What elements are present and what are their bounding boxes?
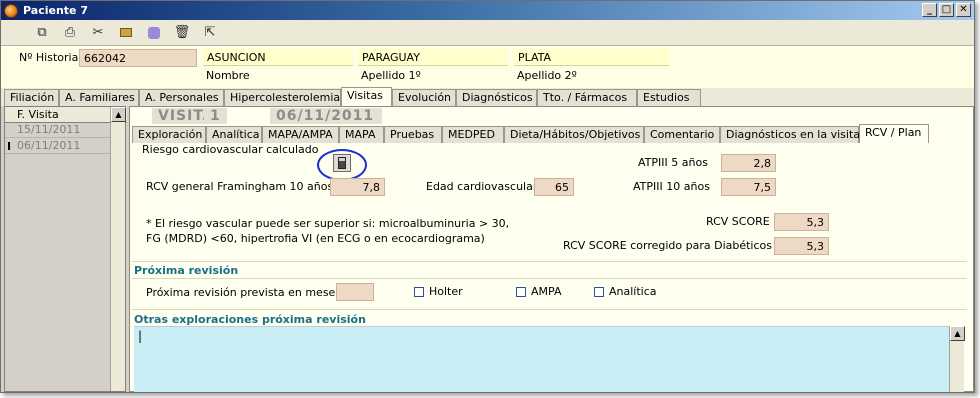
list-item[interactable]: 06/11/2011 <box>5 139 110 154</box>
title-bar[interactable]: Paciente 7 _ □ ✕ <box>1 1 974 20</box>
note-line-2: FG (MDRD) <60, hipertrofia VI (en ECG o … <box>146 232 485 245</box>
patient-window: Paciente 7 _ □ ✕ ⧉ ⎙ ✂ 🗑 ⇱ Nº Historia 6… <box>0 0 975 393</box>
visits-list-header: F. Visita <box>5 107 127 123</box>
tab-exploracion[interactable]: Exploración <box>132 126 206 143</box>
visits-scrollbar[interactable]: ▲ <box>110 107 126 391</box>
visita-number: 1 <box>204 108 227 124</box>
otras-section-title: Otras exploraciones próxima revisión <box>134 313 366 326</box>
patient-header: Nº Historia 662042 ASUNCION Nombre PARAG… <box>1 46 974 88</box>
tab-diagnosticos-visita[interactable]: Diagnósticos en la visita <box>720 126 860 143</box>
tab-filiacion[interactable]: Filiación <box>4 89 59 106</box>
copy-icon[interactable]: ⧉ <box>31 23 53 43</box>
trash-icon[interactable]: 🗑 <box>171 23 193 43</box>
score-value: 5,3 <box>774 213 829 231</box>
edad-label: Edad cardiovascular <box>426 180 538 193</box>
rcv-plan-content: Riesgo cardiovascular calculado ATPIII 5… <box>132 143 967 392</box>
puzzle-icon[interactable] <box>143 23 165 43</box>
nombre-field[interactable]: ASUNCION <box>203 49 353 66</box>
tab-diagnosticos[interactable]: Diagnósticos <box>456 89 537 106</box>
historia-label: Nº Historia <box>19 51 79 64</box>
otras-exploraciones-textarea[interactable]: | <box>134 326 949 392</box>
analitica-checkbox[interactable]: Analítica <box>594 285 657 298</box>
tab-comentario[interactable]: Comentario <box>644 126 720 143</box>
tab-rcv-plan[interactable]: RCV / Plan <box>859 124 929 143</box>
historia-field[interactable]: 662042 <box>79 49 197 67</box>
ampa-checkbox[interactable]: AMPA <box>516 285 561 298</box>
tab-estudios[interactable]: Estudios <box>637 89 701 106</box>
minimize-button[interactable]: _ <box>922 3 937 17</box>
print-icon[interactable]: ⎙ <box>59 23 81 43</box>
holter-checkbox[interactable]: Holter <box>414 285 463 298</box>
tab-visitas[interactable]: Visitas <box>341 87 392 106</box>
tab-mapa-ampa[interactable]: MAPA/AMPA <box>262 126 339 143</box>
window-title: Paciente 7 <box>23 4 88 17</box>
analitica-label: Analítica <box>609 285 657 298</box>
apellido1-field[interactable]: PARAGUAY <box>358 49 508 66</box>
framingham-label: RCV general Framingham 10 años <box>146 180 334 193</box>
atp5-value: 2,8 <box>721 154 776 172</box>
visit-panel: VISITA 1 06/11/2011 Exploración Analític… <box>129 106 974 392</box>
checkbox-icon <box>594 286 604 297</box>
tab-pruebas[interactable]: Pruebas <box>384 126 442 143</box>
sub-tab-bar: Exploración Analítica MAPA/AMPA MAPA Pru… <box>130 124 973 143</box>
highlight-circle <box>317 149 367 181</box>
edad-value: 65 <box>534 178 574 196</box>
proxima-section-title: Próxima revisión <box>134 264 239 277</box>
rcv-section-title: Riesgo cardiovascular calculado <box>142 143 319 156</box>
tools-icon[interactable]: ✂ <box>87 23 109 43</box>
holter-label: Holter <box>429 285 463 298</box>
export-icon[interactable]: ⇱ <box>199 23 221 43</box>
tab-tto-farmacos[interactable]: Tto. / Fármacos <box>537 89 637 106</box>
toolbar: ⧉ ⎙ ✂ 🗑 ⇱ <box>1 20 974 46</box>
visits-list: F. Visita 15/11/2011 06/11/2011 I ▲ <box>4 106 127 392</box>
row-cursor-icon: I <box>7 140 12 153</box>
main-tab-bar: Filiación A. Familiares A. Personales Hi… <box>1 87 974 106</box>
checkbox-icon <box>414 286 424 297</box>
nombre-label: Nombre <box>206 69 250 82</box>
apellido2-field[interactable]: PLATA <box>514 49 669 66</box>
scroll-up-icon[interactable]: ▲ <box>111 107 126 122</box>
visita-date: 06/11/2011 <box>270 108 382 124</box>
meses-label: Próxima revisión prevista en meses <box>146 286 342 299</box>
meses-input[interactable] <box>336 283 374 301</box>
score-label: RCV SCORE <box>706 215 770 228</box>
tab-evolucion[interactable]: Evolución <box>392 89 456 106</box>
tab-familiares[interactable]: A. Familiares <box>59 89 139 106</box>
tab-personales[interactable]: A. Personales <box>139 89 224 106</box>
framingham-value: 7,8 <box>330 178 385 196</box>
divider <box>132 261 967 262</box>
folder-icon[interactable] <box>115 23 137 43</box>
tab-analitica[interactable]: Analítica <box>206 126 262 143</box>
apellido2-label: Apellido 2º <box>517 69 577 82</box>
app-icon <box>4 3 18 18</box>
tab-mapa[interactable]: MAPA <box>339 126 384 143</box>
score-diab-value: 5,3 <box>774 237 829 255</box>
window-controls: _ □ ✕ <box>922 3 971 17</box>
tab-hipercolesterolemia[interactable]: Hipercolesterolemia <box>224 89 341 106</box>
atp10-label: ATPIII 10 años <box>633 180 710 193</box>
textarea-scrollbar[interactable]: ▲ <box>949 326 965 392</box>
divider <box>132 278 967 279</box>
score-diab-label: RCV SCORE corregido para Diabéticos <box>563 239 772 252</box>
ampa-label: AMPA <box>531 285 562 298</box>
atp5-label: ATPIII 5 años <box>638 156 708 169</box>
atp10-value: 7,5 <box>721 178 776 196</box>
maximize-button[interactable]: □ <box>939 3 954 17</box>
tab-medped[interactable]: MEDPED <box>442 126 504 143</box>
checkbox-icon <box>516 286 526 297</box>
tab-dieta[interactable]: Dieta/Hábitos/Objetivos <box>504 126 644 143</box>
visits-header-label: F. Visita <box>17 108 59 121</box>
apellido1-label: Apellido 1º <box>361 69 421 82</box>
note-line-1: * El riesgo vascular puede ser superior … <box>146 217 510 230</box>
visita-bar: VISITA 1 06/11/2011 <box>130 107 973 125</box>
text-cursor: | <box>138 329 143 343</box>
list-item[interactable]: 15/11/2011 <box>5 123 110 138</box>
close-button[interactable]: ✕ <box>956 3 971 17</box>
divider <box>132 309 967 310</box>
scroll-up-icon[interactable]: ▲ <box>950 326 965 341</box>
